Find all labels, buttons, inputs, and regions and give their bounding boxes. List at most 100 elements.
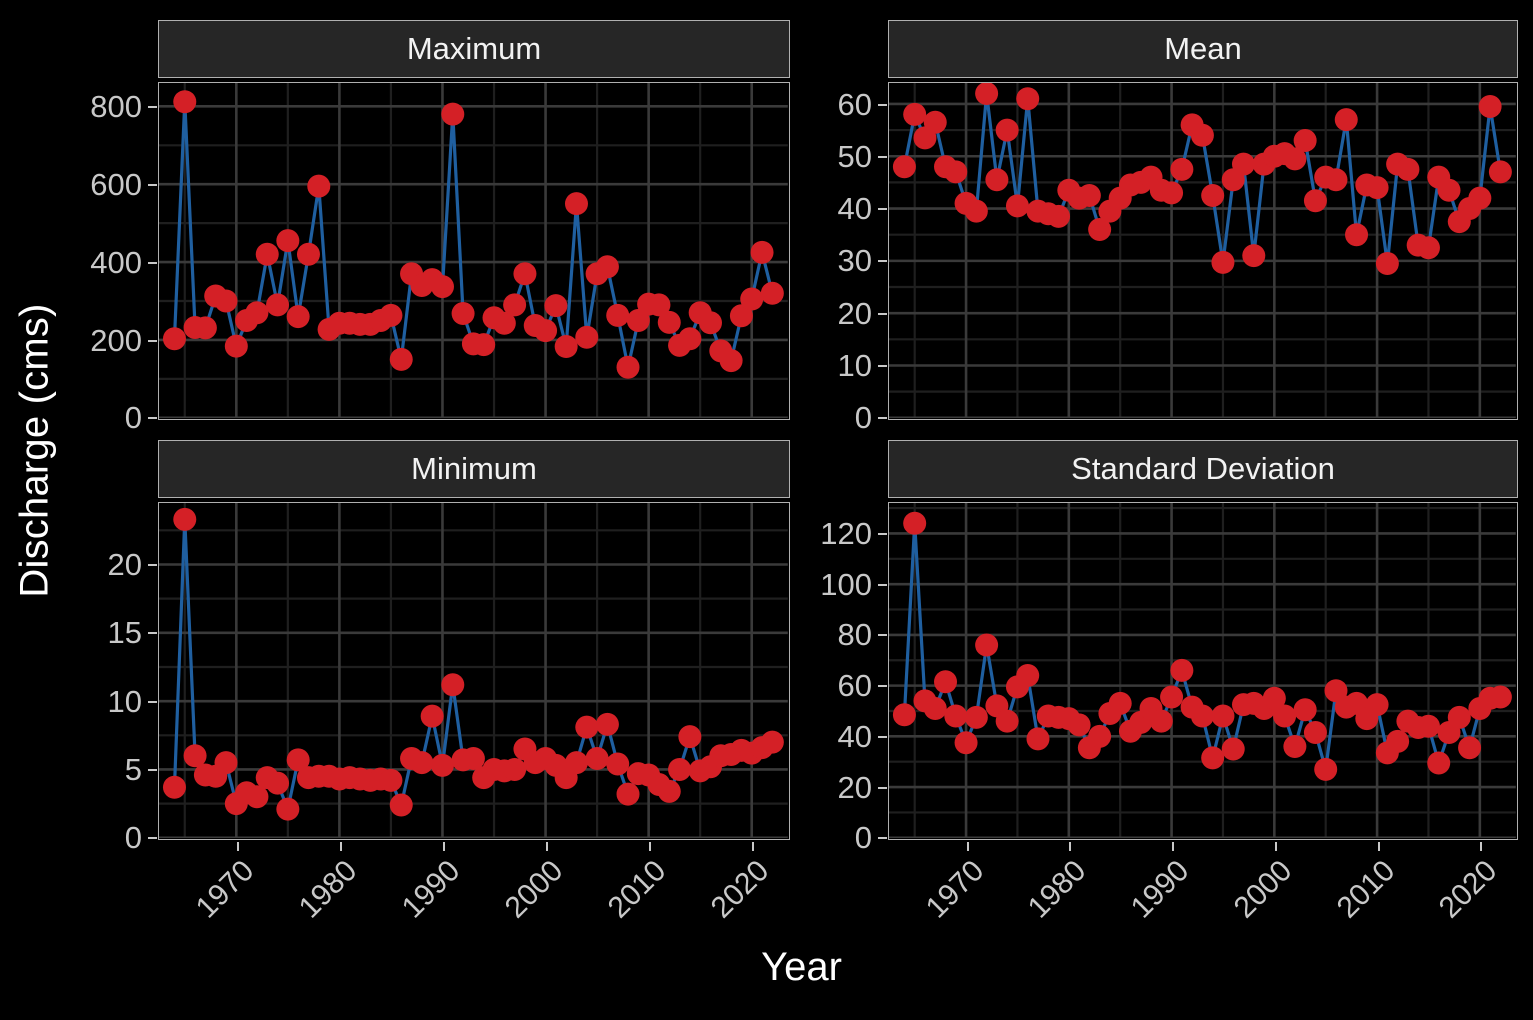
data-point [1303, 189, 1327, 213]
data-point [162, 775, 186, 799]
x-tick-mark [1480, 842, 1483, 852]
data-point [430, 753, 454, 777]
y-tick-mark [878, 260, 887, 263]
data-point [903, 102, 927, 126]
data-point [266, 771, 290, 795]
data-point [1375, 251, 1399, 275]
y-tick-label: 0 [124, 400, 142, 436]
data-point [1283, 734, 1307, 758]
data-point [1016, 663, 1040, 687]
data-point [544, 294, 568, 318]
data-point [1345, 223, 1369, 247]
data-point [1160, 181, 1184, 205]
y-tick-label: 10 [107, 683, 142, 719]
data-point [595, 255, 619, 279]
data-point [923, 696, 947, 720]
panel-mean [888, 82, 1518, 420]
data-point [1170, 658, 1194, 682]
data-point [760, 281, 784, 305]
data-point [1201, 183, 1225, 207]
y-tick-mark [878, 365, 887, 368]
data-point [964, 705, 988, 729]
y-tick-mark [878, 685, 887, 688]
data-point [657, 779, 681, 803]
data-point [616, 355, 640, 379]
data-point [276, 229, 300, 253]
data-point [1047, 204, 1071, 228]
y-tick-mark [878, 312, 887, 315]
data-point [975, 83, 999, 105]
data-point [1293, 698, 1317, 722]
x-tick-mark [1377, 842, 1380, 852]
data-point [1478, 95, 1502, 119]
data-point [740, 287, 764, 311]
data-point [1396, 157, 1420, 181]
y-tick-mark [148, 183, 157, 186]
data-point [389, 793, 413, 817]
data-point [944, 704, 968, 728]
data-point [678, 327, 702, 351]
data-point [944, 160, 968, 184]
data-point [255, 242, 279, 266]
data-point [657, 310, 681, 334]
y-tick-mark [148, 261, 157, 264]
panel-minimum [158, 502, 790, 840]
data-point [964, 199, 988, 223]
data-point [379, 303, 403, 327]
data-point [750, 240, 774, 264]
y-tick-label: 100 [820, 566, 872, 602]
data-point [585, 747, 609, 771]
panel-standard-deviation [888, 502, 1518, 840]
data-point [564, 192, 588, 216]
y-tick-mark [878, 786, 887, 789]
data-point [441, 673, 465, 697]
data-point [1488, 160, 1512, 184]
series-line [172, 100, 774, 369]
data-point [595, 712, 619, 736]
y-tick-label: 120 [820, 516, 872, 552]
data-point [892, 703, 916, 727]
data-point [503, 757, 527, 781]
data-point [1190, 704, 1214, 728]
data-point [162, 327, 186, 351]
data-point [1221, 737, 1245, 761]
series-points [162, 507, 784, 821]
y-tick-mark [148, 700, 157, 703]
x-tick-mark [1274, 842, 1277, 852]
plot-area [159, 503, 788, 838]
y-tick-label: 0 [854, 400, 872, 436]
y-tick-mark [148, 105, 157, 108]
data-point [1273, 704, 1297, 728]
data-point [307, 174, 331, 198]
y-tick-label: 400 [90, 244, 142, 280]
grid-minor [159, 83, 788, 418]
y-tick-mark [148, 632, 157, 635]
data-point [173, 90, 197, 114]
y-tick-label: 0 [854, 820, 872, 856]
strip-label-minimum: Minimum [158, 440, 790, 498]
data-point [1468, 186, 1492, 210]
data-point [934, 670, 958, 694]
data-point [214, 289, 238, 313]
data-point [1427, 751, 1451, 775]
plot-area [159, 83, 788, 418]
data-point [1488, 685, 1512, 709]
data-point [760, 730, 784, 754]
data-point [451, 301, 475, 325]
y-tick-label: 30 [837, 243, 872, 279]
series-points [162, 90, 784, 379]
y-tick-mark [148, 837, 157, 840]
strip-label-standard-deviation: Standard Deviation [888, 440, 1518, 498]
data-point [1314, 757, 1338, 781]
data-point [410, 751, 434, 775]
data-point [1211, 704, 1235, 728]
data-point [1324, 168, 1348, 192]
strip-label-maximum: Maximum [158, 20, 790, 78]
facet-mean: Mean [888, 20, 1518, 420]
facet-minimum: Minimum [158, 440, 790, 840]
data-point [554, 335, 578, 359]
data-point [214, 751, 238, 775]
y-tick-mark [878, 634, 887, 637]
y-tick-label: 40 [837, 191, 872, 227]
data-point [1077, 183, 1101, 207]
